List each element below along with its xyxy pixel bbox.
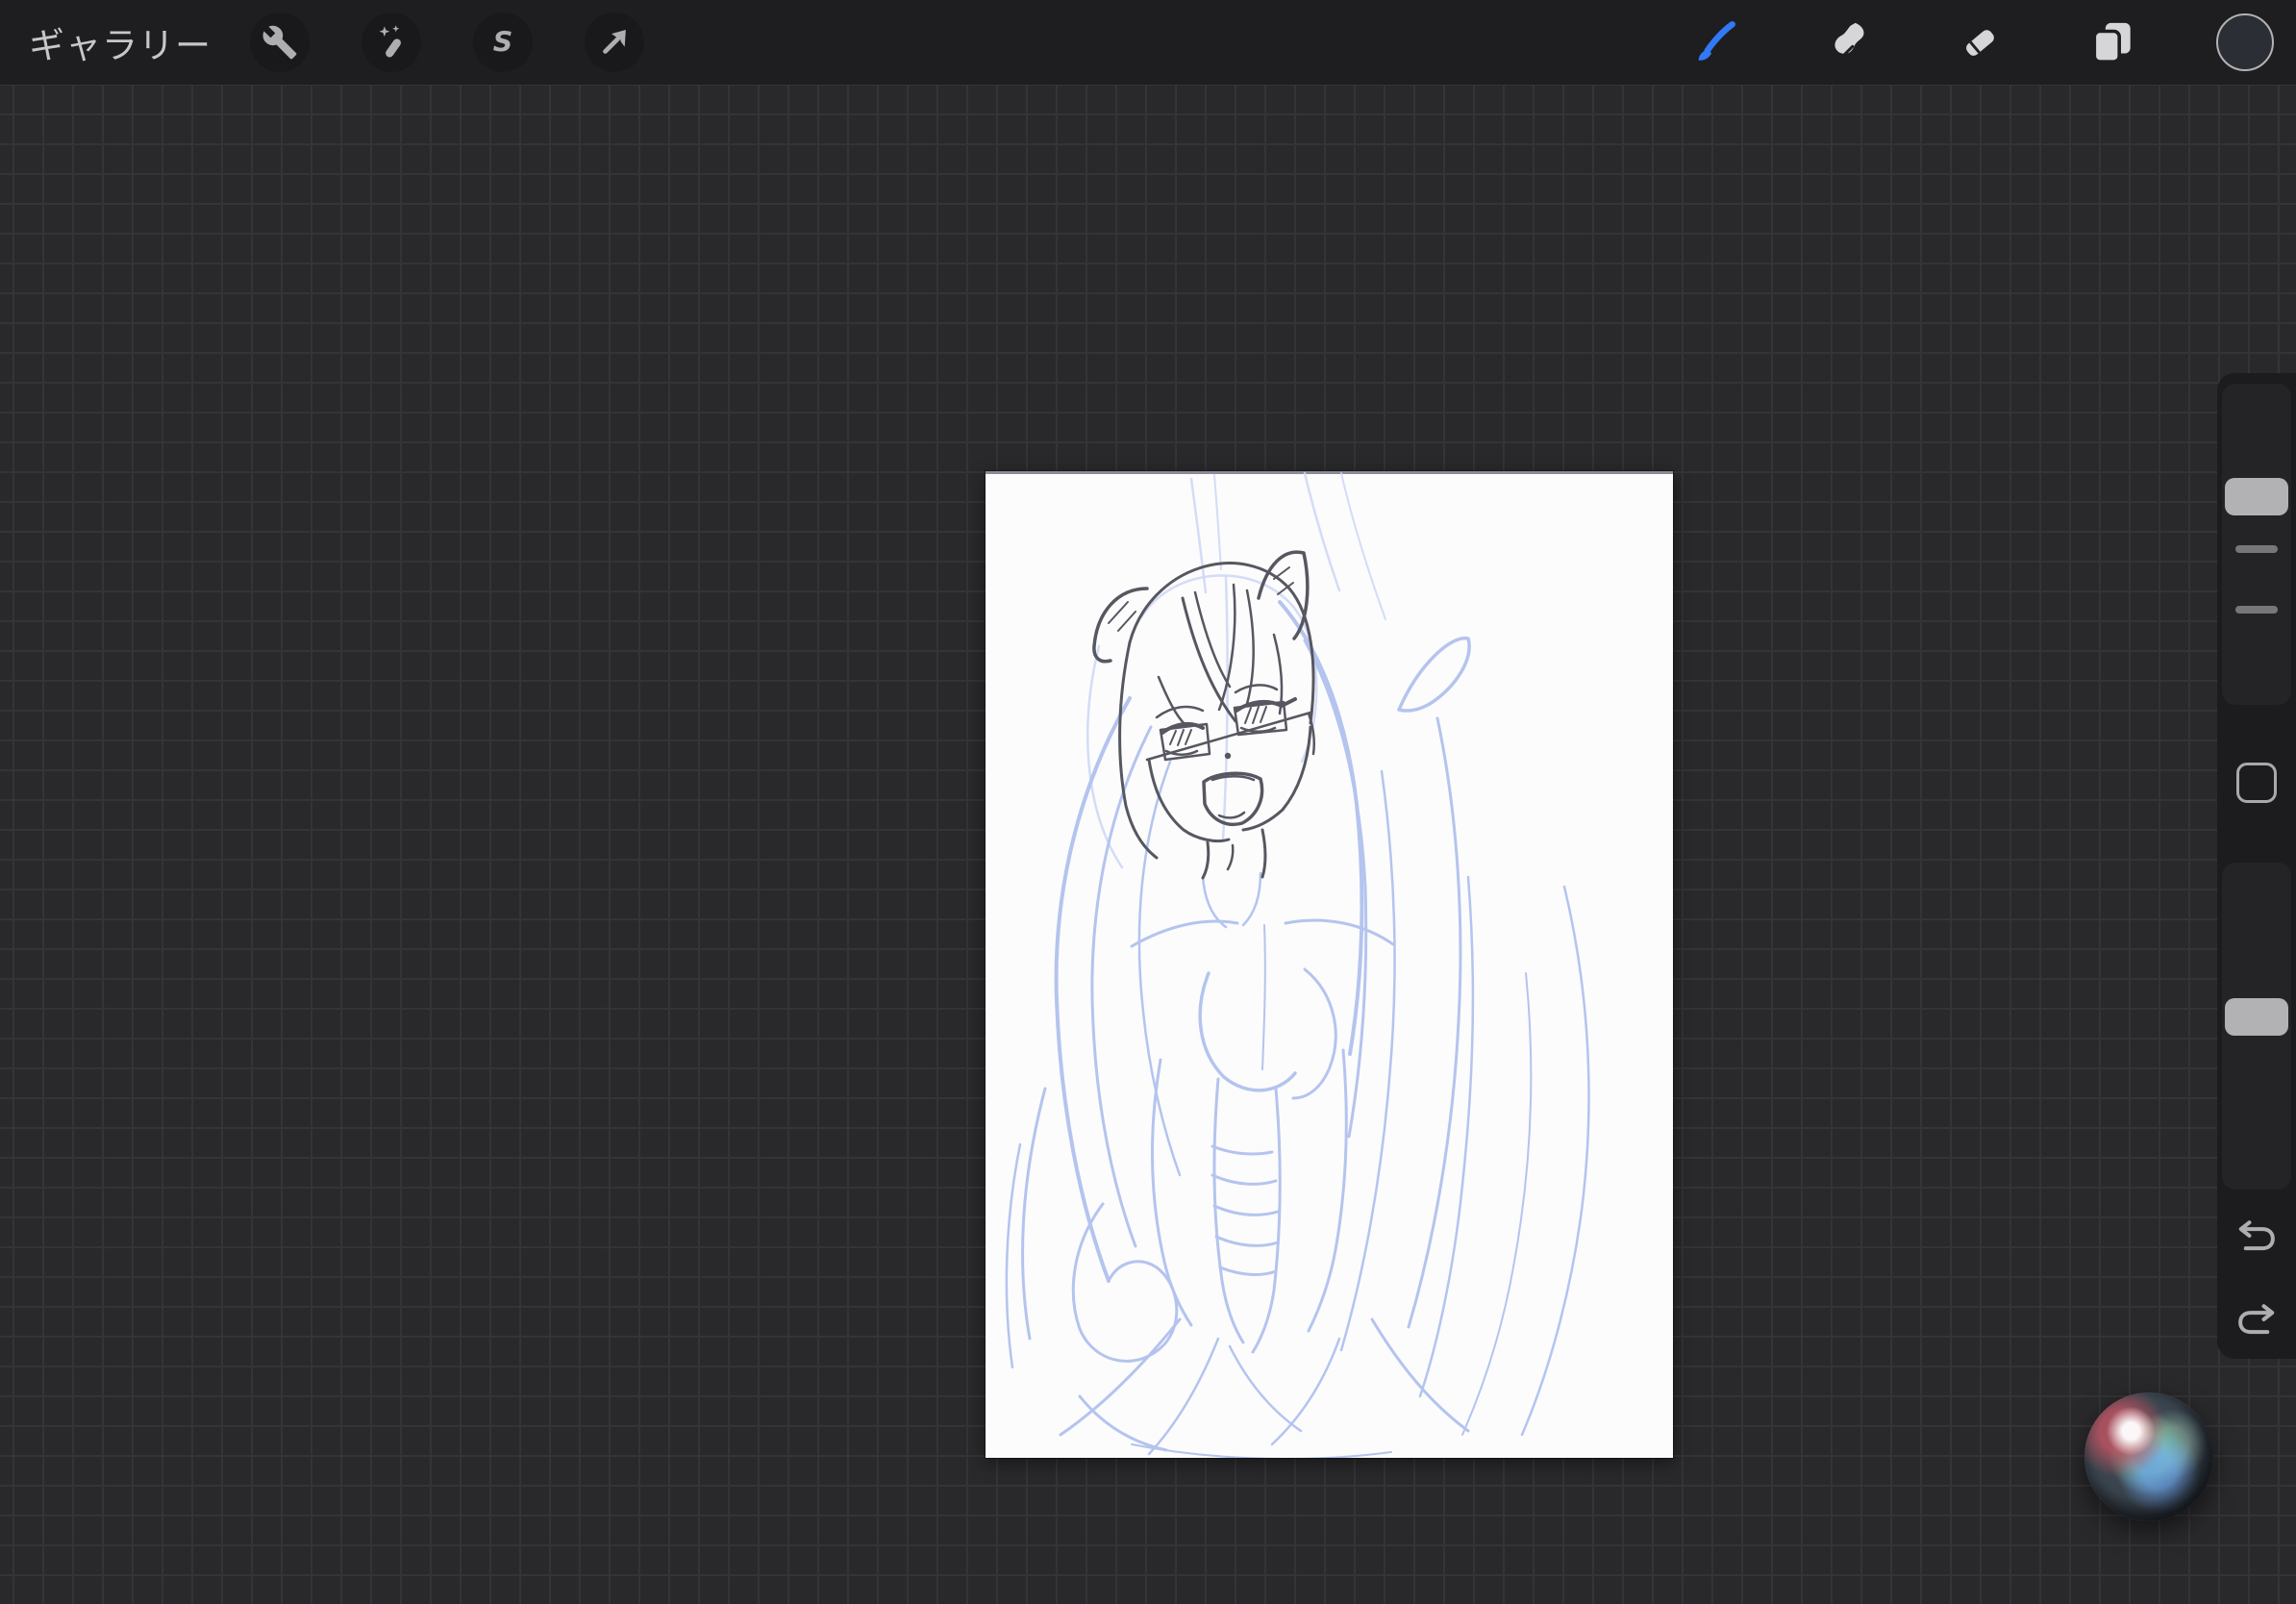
redo-button[interactable]: [2230, 1292, 2284, 1346]
sketch-artwork: [1005, 471, 1590, 1458]
svg-text:S: S: [493, 27, 513, 59]
top-toolbar: ギャラリー S: [0, 0, 2296, 85]
brush-sidebar: [2217, 373, 2296, 1359]
color-swatch-button[interactable]: [2215, 13, 2275, 72]
smudge-tool-button[interactable]: [1817, 13, 1877, 72]
toolbar-right-group: [1685, 13, 2296, 72]
magic-wand-icon: [379, 25, 401, 58]
erase-tool-button[interactable]: [1950, 13, 2009, 72]
move-arrow-icon: [603, 29, 626, 54]
modify-button[interactable]: [2236, 763, 2277, 803]
selection-button[interactable]: S: [473, 13, 533, 72]
adjustments-button[interactable]: [362, 13, 421, 72]
siri-orb: [2084, 1392, 2213, 1521]
size-memory-tick: [2235, 545, 2278, 553]
procreate-app-screen: ギャラリー S: [0, 0, 2296, 1604]
actions-button[interactable]: [250, 13, 310, 72]
transform-button[interactable]: [585, 13, 644, 72]
wrench-icon: [262, 25, 297, 60]
undo-button[interactable]: [2230, 1209, 2284, 1263]
brush-size-handle[interactable]: [2225, 477, 2288, 515]
paint-tool-button[interactable]: [1685, 13, 1744, 72]
brush-opacity-slider[interactable]: [2222, 863, 2291, 1190]
toolbar-left-group: ギャラリー S: [0, 13, 696, 72]
eraser-icon: [1966, 30, 1994, 56]
selection-s-icon: S: [493, 27, 513, 59]
size-memory-tick: [2235, 606, 2278, 614]
paintbrush-icon: [1698, 21, 1735, 61]
layers-tool-button[interactable]: [2083, 13, 2142, 72]
layers-icon: [2092, 22, 2131, 63]
undo-arrow-icon: [2238, 1220, 2275, 1251]
brush-opacity-handle[interactable]: [2225, 998, 2288, 1037]
drawing-canvas[interactable]: [986, 471, 1673, 1458]
smudge-icon: [1834, 22, 1864, 58]
brush-size-slider[interactable]: [2222, 384, 2291, 705]
redo-arrow-icon: [2238, 1304, 2275, 1335]
gallery-button[interactable]: ギャラリー: [29, 16, 212, 68]
current-color-swatch: [2216, 13, 2274, 71]
